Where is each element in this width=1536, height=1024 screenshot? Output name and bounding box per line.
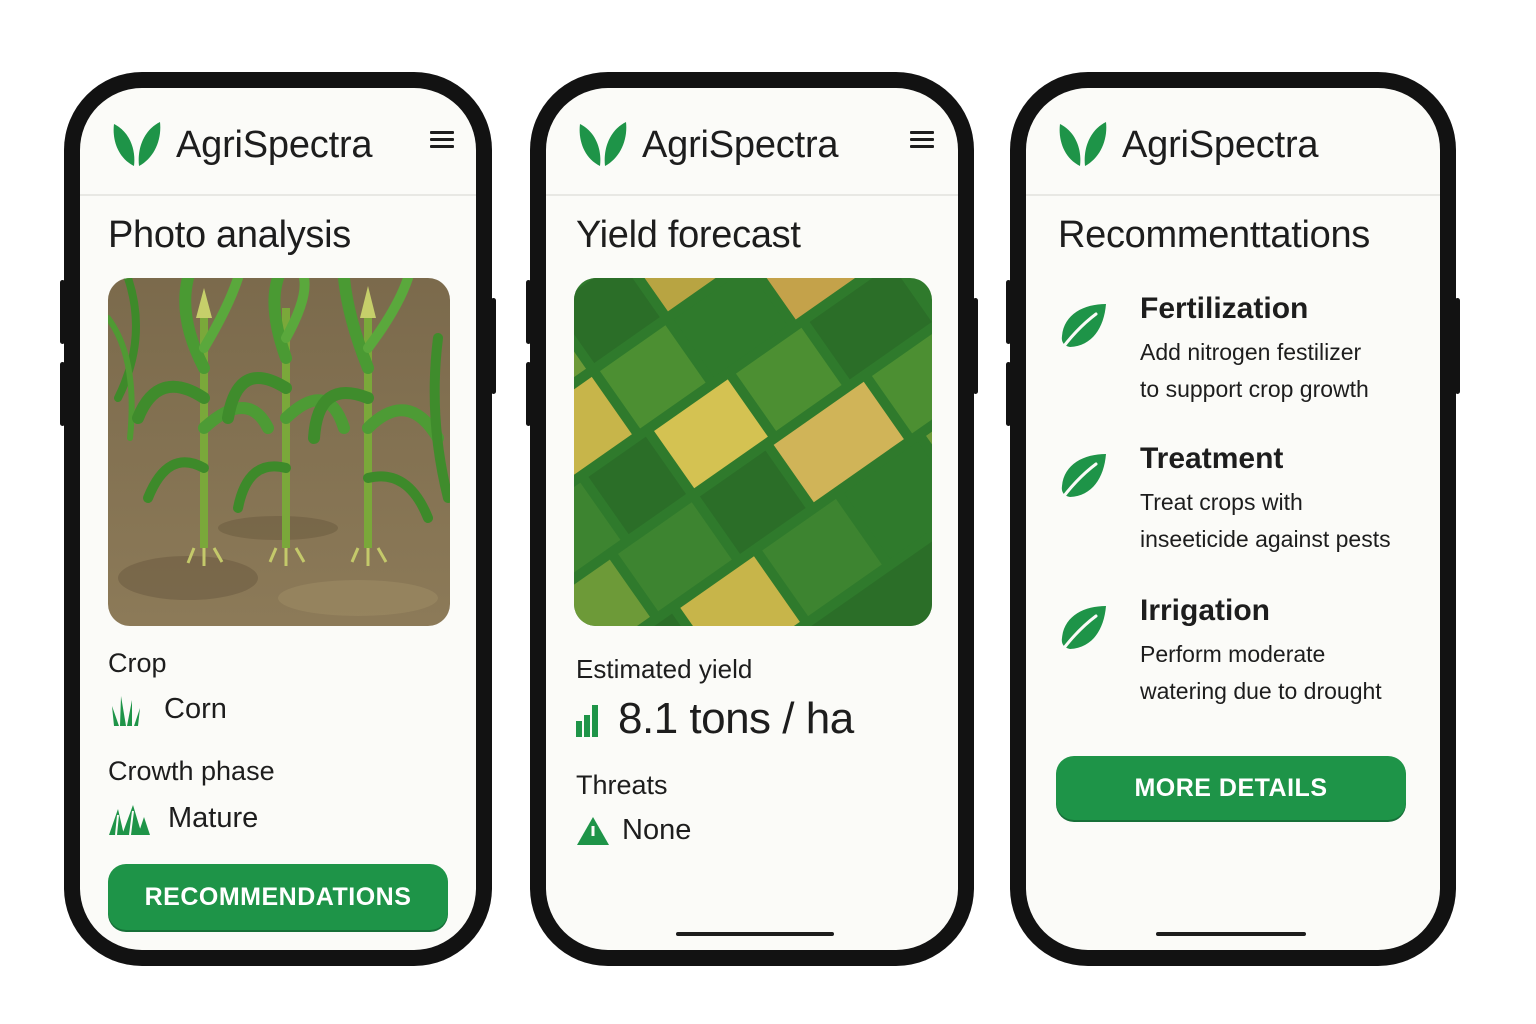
recommendation-description: Perform moderate watering due to drought: [1140, 641, 1382, 704]
corn-field-photo: [108, 278, 450, 626]
leaf-icon: [1054, 602, 1110, 658]
phone-power-button: [1455, 298, 1460, 394]
recommendation-item-treatment[interactable]: Treatment Treat crops with inseeticide a…: [1054, 442, 1430, 562]
logo-icon: [1056, 118, 1110, 170]
threats-value: None: [622, 814, 692, 846]
phone-power-button: [491, 298, 496, 394]
phone-volume-button: [1006, 280, 1011, 344]
recommendation-description: Add nitrogen festilizer to support crop …: [1140, 339, 1369, 402]
logo-icon: [576, 118, 630, 170]
hamburger-icon: [910, 131, 934, 134]
screen: AgriSpectra Photo analysis Crop Corn Cro…: [80, 88, 476, 950]
recommendations-button[interactable]: RECOMMENDATIONS: [108, 864, 448, 930]
threats-value-row: None: [576, 814, 691, 847]
screen: AgriSpectra Recommenttations Fertilizati…: [1026, 88, 1440, 950]
phone-power-button: [973, 298, 978, 394]
brand-name: AgriSpectra: [1122, 124, 1319, 166]
leaf-icon: [1054, 450, 1110, 506]
grass-icon: [112, 696, 140, 726]
recommendation-title: Fertilization: [1140, 292, 1309, 325]
recommendation-title: Irrigation: [1140, 594, 1271, 627]
page-title: Recommenttations: [1058, 214, 1371, 256]
phone-yield-forecast: AgriSpectra Yield forecast Estimated yie…: [526, 72, 978, 966]
crop-label: Crop: [108, 648, 167, 678]
recommendation-item-irrigation[interactable]: Irrigation Perform moderate watering due…: [1054, 594, 1430, 714]
phone-volume-button: [60, 362, 65, 426]
phone-volume-button: [60, 280, 65, 344]
recommendation-title: Treatment: [1140, 442, 1284, 475]
screen: AgriSpectra Yield forecast Estimated yie…: [546, 88, 958, 950]
bar-chart-icon: [576, 705, 598, 737]
recommendation-item-fertilization[interactable]: Fertilization Add nitrogen festilizer to…: [1054, 292, 1430, 412]
more-details-button[interactable]: MORE DETAILS: [1056, 756, 1406, 820]
crop-value-row: Corn: [110, 692, 227, 726]
page-title: Yield forecast: [576, 214, 801, 256]
yield-label: Estimated yield: [576, 654, 753, 684]
brand-name: AgriSpectra: [642, 124, 839, 166]
warning-icon: [577, 816, 609, 845]
page-title: Photo analysis: [108, 214, 351, 256]
brand-name: AgriSpectra: [176, 124, 373, 166]
phase-value-row: Mature: [108, 802, 258, 835]
phone-volume-button: [526, 362, 531, 426]
hamburger-icon: [430, 131, 454, 134]
recommendation-description: Treat crops with inseeticide against pes…: [1140, 489, 1391, 552]
home-indicator[interactable]: [676, 932, 834, 936]
crop-value: Corn: [164, 692, 227, 725]
menu-button[interactable]: [430, 128, 454, 152]
leaf-icon: [1054, 300, 1110, 356]
aerial-fields-photo: [574, 278, 932, 626]
phone-volume-button: [526, 280, 531, 344]
home-indicator[interactable]: [1156, 932, 1306, 936]
app-header: AgriSpectra: [1026, 88, 1440, 196]
phase-label: Crowth phase: [108, 756, 275, 786]
phone-photo-analysis: AgriSpectra Photo analysis Crop Corn Cro…: [60, 72, 496, 966]
threats-label: Threats: [576, 770, 668, 800]
app-header: AgriSpectra: [546, 88, 958, 196]
phone-recommendations: AgriSpectra Recommenttations Fertilizati…: [1006, 72, 1460, 966]
phone-volume-button: [1006, 362, 1011, 426]
mountain-icon: [109, 804, 150, 835]
app-header: AgriSpectra: [80, 88, 476, 196]
yield-value: 8.1 tons / ha: [618, 694, 854, 743]
menu-button[interactable]: [910, 128, 934, 152]
phase-value: Mature: [168, 802, 259, 834]
logo-icon: [110, 118, 164, 170]
yield-value-row: 8.1 tons / ha: [576, 694, 854, 744]
